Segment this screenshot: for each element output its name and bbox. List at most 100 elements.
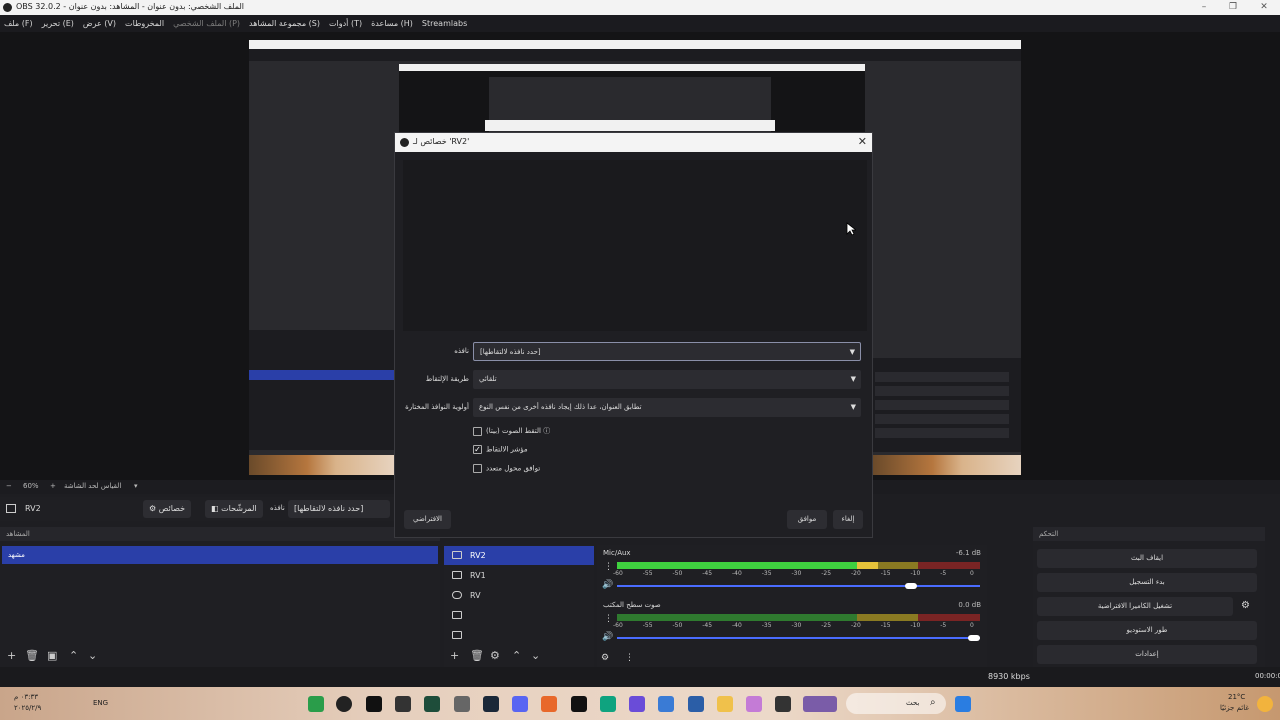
- app-icon[interactable]: [746, 696, 762, 712]
- close-icon[interactable]: ✕: [1258, 1, 1270, 13]
- virtual-camera-settings-icon[interactable]: ⚙: [1241, 600, 1250, 611]
- cancel-button[interactable]: إلغاء: [833, 510, 863, 529]
- app-icon[interactable]: [658, 696, 674, 712]
- widgets-icon[interactable]: [803, 696, 837, 712]
- app-icon[interactable]: [308, 696, 324, 712]
- checkbox-box[interactable]: [473, 426, 482, 436]
- source-item-rv[interactable]: RV: [444, 586, 594, 605]
- app-icon[interactable]: [629, 696, 645, 712]
- app-icon[interactable]: [775, 696, 791, 712]
- capture-method-select[interactable]: تلقائي ▼: [473, 370, 861, 389]
- menu-item[interactable]: مجموعة المشاهد (S): [249, 19, 320, 28]
- level-meter: [617, 562, 980, 569]
- language-indicator[interactable]: ENG: [93, 699, 108, 707]
- weather-icon[interactable]: [1257, 696, 1273, 712]
- menu-item[interactable]: مساعدة (H): [371, 19, 413, 28]
- start-recording-button[interactable]: بدء التسجيل: [1037, 573, 1257, 592]
- menu-item[interactable]: عرض (V): [83, 19, 116, 28]
- discord-icon[interactable]: [512, 696, 528, 712]
- multi-adapter-checkbox[interactable]: توافق محول متعدد: [473, 464, 540, 473]
- kebab-menu-icon[interactable]: ⋮: [625, 653, 634, 663]
- menu-item[interactable]: أدوات (T): [329, 19, 362, 28]
- window-priority-select[interactable]: تطابق العنوان، عدا ذلك إيجاد نافذه أخرى …: [473, 398, 861, 417]
- app-icon[interactable]: [688, 696, 704, 712]
- window-title-bar: OBS 32.0.2 - الملف الشخصي: بدون عنوان - …: [0, 0, 1280, 15]
- app-icon[interactable]: [424, 696, 440, 712]
- menu-item[interactable]: تحرير (E): [42, 19, 74, 28]
- settings-app-icon[interactable]: [454, 696, 470, 712]
- remove-source-icon[interactable]: 🗑: [470, 649, 484, 662]
- scale-dropdown-icon[interactable]: ▾: [134, 482, 138, 490]
- zoom-level[interactable]: 60%: [23, 482, 39, 490]
- menu-item[interactable]: الملف الشخصي (P): [173, 19, 240, 28]
- tiktok-icon[interactable]: [571, 696, 587, 712]
- window-select[interactable]: [حدد نافذه لالتقاطها]: [288, 500, 390, 518]
- ok-button[interactable]: موافق: [787, 510, 827, 529]
- start-icon[interactable]: [955, 696, 971, 712]
- help-icon[interactable]: ⓘ: [543, 427, 550, 435]
- move-up-icon[interactable]: ⌃: [512, 649, 521, 662]
- defaults-button[interactable]: الافتراضي: [404, 510, 451, 529]
- source-properties-icon[interactable]: ⚙: [490, 649, 500, 662]
- scene-filters-icon[interactable]: ▣: [47, 649, 57, 662]
- edge-icon[interactable]: [600, 696, 616, 712]
- maximize-icon[interactable]: ❐: [1227, 1, 1239, 13]
- scale-tick: -20: [851, 570, 861, 577]
- source-item-4[interactable]: [444, 606, 594, 625]
- checkbox-box[interactable]: ✓: [473, 445, 482, 454]
- minimize-icon[interactable]: –: [1198, 1, 1210, 13]
- scale-tick: 0: [970, 570, 974, 577]
- volume-knob[interactable]: [904, 583, 917, 589]
- steam-icon[interactable]: [483, 696, 499, 712]
- window-source-icon: [6, 504, 16, 513]
- uptime: 00:00:00: [1255, 672, 1280, 680]
- app-icon[interactable]: [541, 696, 557, 712]
- window-select[interactable]: [حدد نافذه لالتقاطها] ▼: [473, 342, 861, 361]
- volume-slider[interactable]: [617, 583, 980, 589]
- unreal-icon[interactable]: [366, 696, 382, 712]
- zoom-in-button[interactable]: +: [50, 482, 56, 490]
- link-icon: [452, 591, 462, 599]
- scale-tick: -50: [672, 622, 683, 629]
- obs-icon[interactable]: [336, 696, 352, 712]
- mixer-settings-icon[interactable]: ⚙: [601, 653, 609, 663]
- add-scene-button[interactable]: +: [7, 649, 16, 662]
- remove-scene-icon[interactable]: 🗑: [25, 649, 39, 662]
- capture-audio-checkbox[interactable]: التقط الصوت (بيتا) ⓘ: [473, 426, 550, 436]
- move-down-icon[interactable]: ⌄: [531, 649, 540, 662]
- menu-item[interactable]: ملف (F): [4, 19, 33, 28]
- file-explorer-icon[interactable]: [717, 696, 733, 712]
- speaker-icon[interactable]: 🔊: [602, 580, 613, 590]
- add-source-button[interactable]: +: [450, 649, 459, 662]
- capture-cursor-checkbox[interactable]: ✓ مؤشر الالتقاط: [473, 445, 528, 454]
- checkbox-box[interactable]: [473, 464, 482, 473]
- volume-knob[interactable]: [968, 635, 980, 641]
- app-icon[interactable]: [395, 696, 411, 712]
- scale-label[interactable]: القياس لحد الشاشة: [64, 482, 121, 490]
- speaker-icon[interactable]: 🔊: [602, 632, 613, 642]
- menu-item[interactable]: Streamlabs: [422, 19, 467, 28]
- sources-dock: RV2 RV1 RV + 🗑 ⚙ ⌃ ⌄: [444, 545, 594, 667]
- source-name: RV2: [25, 504, 41, 513]
- meter-segment: [617, 614, 857, 621]
- stop-streaming-button[interactable]: ايقاف البث: [1037, 549, 1257, 568]
- studio-mode-button[interactable]: طور الاستوديو: [1037, 621, 1257, 640]
- zoom-out-button[interactable]: −: [6, 482, 12, 490]
- source-item-rv1[interactable]: RV1: [444, 566, 594, 585]
- start-virtual-camera-button[interactable]: تشغيل الكاميرا الافتراضية: [1037, 597, 1233, 616]
- source-item-5[interactable]: [444, 626, 594, 645]
- filters-button[interactable]: ◧ المرشّحات: [205, 500, 263, 518]
- source-item-rv2[interactable]: RV2: [444, 546, 594, 565]
- menu-item[interactable]: المخروطات: [125, 19, 164, 28]
- nested-control-btn: [875, 400, 1009, 410]
- close-icon[interactable]: ✕: [858, 135, 867, 148]
- settings-button[interactable]: إعدادات: [1037, 645, 1257, 664]
- scene-item[interactable]: مشهد: [2, 546, 438, 564]
- properties-button[interactable]: ⚙ خصائص: [143, 500, 192, 518]
- move-down-icon[interactable]: ⌄: [88, 649, 97, 662]
- move-up-icon[interactable]: ⌃: [69, 649, 78, 662]
- volume-slider[interactable]: [617, 635, 980, 641]
- chevron-down-icon: ▼: [850, 375, 856, 383]
- nested-title-bar: [249, 40, 1021, 49]
- taskbar-search[interactable]: بحث ⌕: [846, 693, 946, 714]
